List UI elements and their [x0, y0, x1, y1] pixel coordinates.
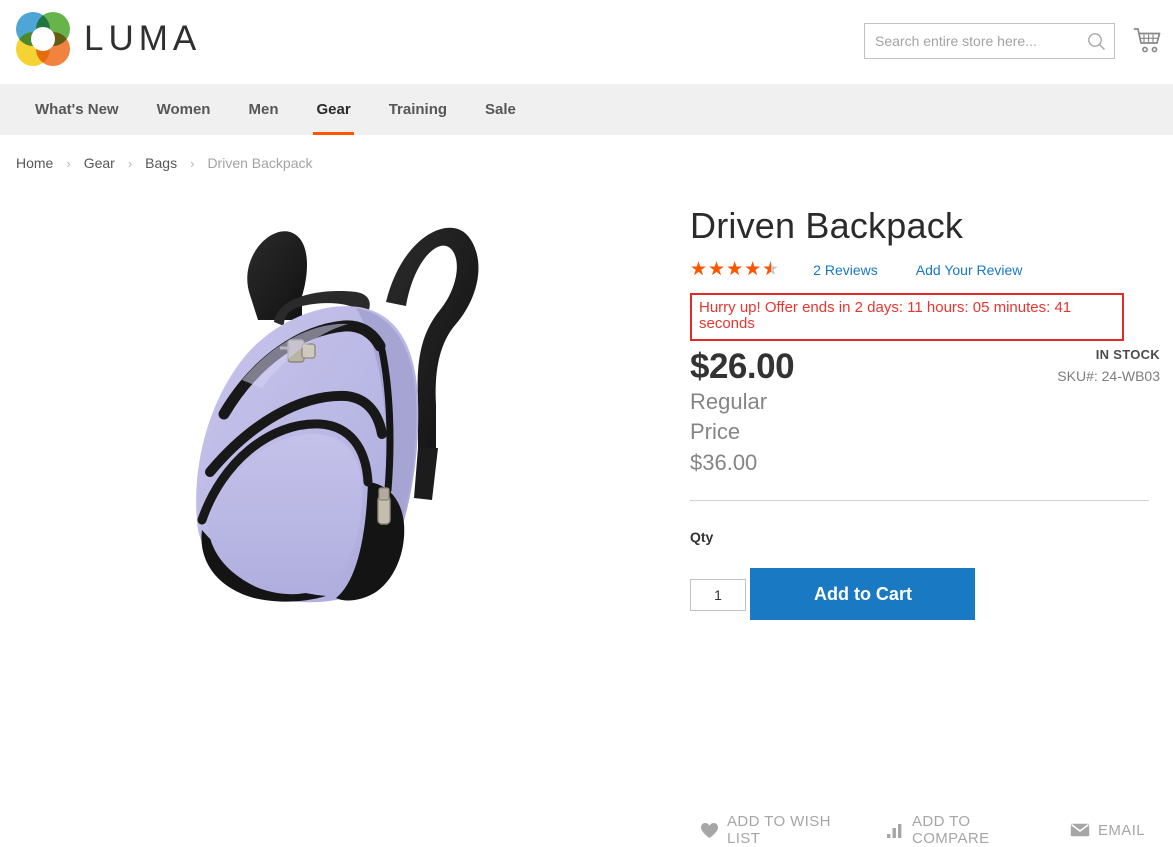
nav-label: Training — [388, 101, 448, 118]
breadcrumb-item-gear[interactable]: Gear — [84, 155, 115, 171]
add-review-link[interactable]: Add Your Review — [916, 262, 1023, 278]
rating-stars[interactable]: ★★★★★ ★★★★★ — [690, 260, 780, 279]
logo-wordmark: LUMA — [84, 19, 202, 58]
luma-flower-logo-icon — [16, 12, 70, 66]
breadcrumb-separator-icon: › — [66, 155, 71, 171]
nav-label: Men — [248, 101, 279, 118]
breadcrumb-item-current: Driven Backpack — [207, 155, 313, 171]
qty-label: Qty — [690, 529, 714, 546]
heart-icon — [700, 822, 719, 839]
nav-item-sale[interactable]: Sale — [466, 84, 535, 135]
quantity-stepper[interactable] — [690, 578, 746, 611]
email-link[interactable]: EMAIL — [1070, 822, 1145, 839]
search-icon[interactable] — [1087, 32, 1106, 51]
action-label: EMAIL — [1097, 821, 1145, 839]
product-gallery — [0, 185, 690, 705]
product-image[interactable] — [150, 200, 550, 630]
breadcrumb-separator-icon: › — [127, 155, 133, 171]
breadcrumb-separator-icon: › — [190, 155, 195, 171]
action-label: ADD TO COMPARE — [911, 813, 990, 847]
regular-price-value: $36.00 — [690, 449, 758, 475]
envelope-icon — [1070, 823, 1090, 837]
site-logo[interactable]: LUMA — [16, 12, 201, 66]
product-page-main: Driven Backpack ★★★★★ ★★★★★ 2 Reviews Ad… — [0, 171, 1173, 847]
reviews-count-link[interactable]: 2 Reviews — [813, 262, 878, 278]
stock-and-sku: IN STOCK SKU#: 24-WB03 — [1057, 347, 1160, 384]
nav-item-women[interactable]: Women — [138, 84, 230, 135]
product-secondary-actions: ADD TO WISH LIST ADD TO COMPARE EMAIL — [700, 813, 1173, 847]
nav-item-whats-new[interactable]: What's New — [16, 84, 138, 135]
site-header: LUMA — [0, 0, 1173, 84]
product-sku: SKU#: 24-WB03 — [1057, 368, 1160, 384]
main-navigation: What's New Women Men Gear Training Sale — [0, 84, 1173, 135]
product-info: Driven Backpack ★★★★★ ★★★★★ 2 Reviews Ad… — [690, 185, 1160, 705]
status-badge: IN STOCK — [1095, 346, 1160, 362]
product-title: Driven Backpack — [690, 205, 964, 246]
header-actions — [864, 23, 1173, 59]
product-rating: ★★★★★ ★★★★★ 2 Reviews Add Your Review — [690, 259, 1160, 281]
add-to-cart-button[interactable]: Add to Cart — [750, 568, 976, 621]
nav-label: Women — [156, 101, 211, 118]
nav-label: Sale — [485, 101, 516, 118]
breadcrumb-item-bags[interactable]: Bags — [145, 155, 177, 171]
search-input[interactable] — [865, 24, 1114, 58]
nav-label: Gear — [316, 101, 351, 118]
nav-item-training[interactable]: Training — [370, 84, 466, 135]
add-to-wishlist-link[interactable]: ADD TO WISH LIST — [700, 813, 858, 847]
product-price-block: $26.00 Regular Price $36.00 IN STOCK SKU… — [690, 347, 1160, 478]
sku-value: 24-WB03 — [1101, 367, 1160, 384]
nav-item-gear[interactable]: Gear — [297, 84, 369, 135]
regular-price-label: Regular Price — [690, 389, 768, 445]
action-label: ADD TO WISH LIST — [727, 813, 831, 847]
shopping-cart-icon[interactable] — [1133, 27, 1163, 55]
bar-chart-icon — [886, 823, 904, 838]
section-divider — [690, 500, 1149, 502]
nav-label: What's New — [35, 101, 119, 118]
search-box[interactable] — [864, 23, 1115, 59]
breadcrumb: Home › Gear › Bags › Driven Backpack — [0, 135, 1173, 171]
offer-countdown-banner: Hurry up! Offer ends in 2 days: 11 hours… — [690, 292, 1124, 341]
nav-item-men[interactable]: Men — [229, 84, 297, 135]
breadcrumb-item-home[interactable]: Home — [16, 155, 53, 171]
rating-stars-filled: ★★★★★ — [690, 260, 771, 280]
sku-label: SKU#: — [1057, 367, 1098, 384]
add-to-compare-link[interactable]: ADD TO COMPARE — [886, 813, 1042, 847]
